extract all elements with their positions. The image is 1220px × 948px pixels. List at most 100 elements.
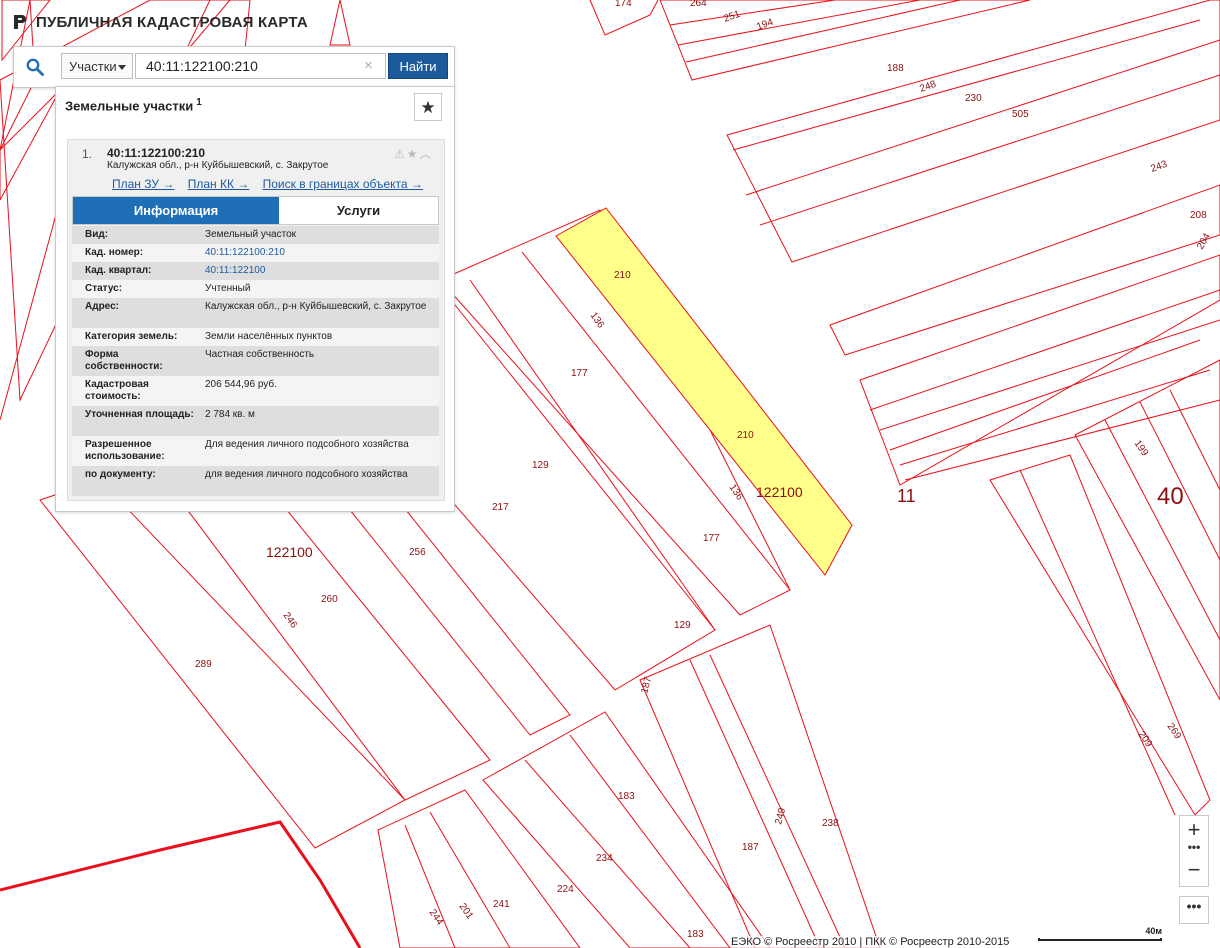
tab-information[interactable]: Информация — [73, 197, 279, 224]
map-label: 505 — [1012, 109, 1029, 120]
info-value: 2 784 кв. м — [205, 409, 255, 420]
search-icon[interactable] — [26, 58, 44, 76]
map-label: 136 — [727, 482, 746, 502]
info-key: Кадастровая стоимость: — [85, 379, 149, 402]
scale-line — [1038, 938, 1162, 941]
map-label: 194 — [755, 17, 775, 33]
pkk-logo-icon — [14, 15, 26, 29]
map-label: 122100 — [266, 544, 313, 560]
info-row: Адрес: Калужская обл., р-н Куйбышевский, … — [72, 298, 439, 328]
map-label: 217 — [492, 502, 509, 513]
result-cad-number[interactable]: 40:11:122100:210 — [107, 146, 205, 160]
map-label: 187 — [742, 842, 759, 853]
info-row: Кад. номер: 40:11:122100:210 — [72, 244, 439, 262]
cad-number-link[interactable]: 40:11:122100:210 — [205, 247, 430, 259]
map-label: 204 — [1195, 231, 1213, 251]
map-label: 234 — [596, 853, 613, 864]
zoom-in-button[interactable]: + — [1180, 818, 1208, 842]
results-panel: Земельные участки 1 ★ 1. 40:11:122100:210… — [55, 86, 455, 512]
info-key: Кад. номер: — [85, 247, 144, 258]
app-header: ПУБЛИЧНАЯ КАДАСТРОВАЯ КАРТА — [12, 8, 308, 36]
result-card: 1. 40:11:122100:210 Калужская обл., р-н … — [67, 139, 445, 501]
find-button[interactable]: Найти — [388, 53, 448, 79]
info-row: по документу: для ведения личного подсобн… — [72, 466, 439, 496]
clear-icon[interactable]: × — [364, 58, 373, 74]
zoom-control: + ••• − — [1179, 815, 1209, 887]
map-label: 188 — [887, 63, 904, 74]
info-key: Кад. квартал: — [85, 265, 152, 276]
info-key: Форма собственности: — [85, 349, 163, 372]
info-table: Вид: Земельный участок Кад. номер: 40:11:1… — [72, 226, 439, 496]
info-key: по документу: — [85, 469, 156, 480]
info-key: Категория земель: — [85, 331, 178, 342]
chevron-up-icon[interactable]: ︿ — [420, 147, 434, 161]
info-row: Уточненная площадь: 2 784 кв. м — [72, 406, 439, 436]
map-label: 11 — [897, 486, 916, 506]
map-label: 210 — [737, 430, 754, 441]
info-tabs: Информация Услуги — [72, 196, 439, 225]
map-label: 187 — [639, 675, 654, 694]
panel-title-text: Земельные участки — [65, 98, 194, 114]
map-label: 199 — [1132, 438, 1151, 458]
info-key: Разрешенное использование: — [85, 439, 165, 462]
map-label: 122100 — [756, 484, 803, 500]
map-label: 129 — [532, 460, 549, 471]
map-label: 238 — [822, 818, 839, 829]
info-value: Частная собственность — [205, 349, 315, 360]
info-value: Калужская обл., р-н Куйбышевский, с. Зак… — [205, 301, 427, 312]
plan-kk-link[interactable]: План КК → — [188, 177, 250, 191]
search-input-value: 40:11:122100:210 — [146, 58, 258, 74]
info-value: Для ведения личного подсобного хозяйства — [205, 439, 409, 450]
map-label: 243 — [1149, 159, 1169, 175]
map-label: 241 — [493, 899, 510, 910]
info-value: Учтенный — [205, 283, 251, 294]
map-label: 256 — [409, 547, 426, 558]
map-label: 230 — [965, 93, 982, 104]
warning-icon[interactable]: ⚠ — [394, 147, 407, 161]
search-input[interactable]: 40:11:122100:210 — [135, 53, 386, 79]
star-icon[interactable]: ★ — [407, 147, 420, 161]
map-label: 174 — [615, 0, 632, 9]
scale-bar: 40м — [1038, 926, 1162, 941]
map-label: 208 — [1190, 210, 1207, 221]
selected-parcel — [555, 207, 853, 576]
cad-quarter-link[interactable]: 40:11:122100 — [205, 265, 430, 277]
card-actions: ⚠★︿ — [394, 145, 434, 162]
favorites-button[interactable]: ★ — [414, 93, 442, 121]
map-label: 177 — [703, 533, 720, 544]
plan-zu-link[interactable]: План ЗУ → — [112, 177, 174, 191]
tab-services[interactable]: Услуги — [279, 197, 438, 224]
search-in-bounds-link[interactable]: Поиск в границах объекта → — [263, 177, 423, 191]
panel-title: Земельные участки 1 — [65, 97, 202, 113]
search-type-select[interactable]: Участки — [61, 53, 133, 79]
map-label: 289 — [195, 659, 212, 670]
info-row: Вид: Земельный участок — [72, 226, 439, 244]
search-type-value: Участки — [69, 59, 117, 74]
info-value: Земельный участок — [205, 229, 297, 240]
info-key: Статус: — [85, 283, 123, 294]
zoom-levels-icon[interactable]: ••• — [1180, 841, 1208, 853]
info-row: Категория земель: Земли населённых пункто… — [72, 328, 439, 346]
map-label: 264 — [690, 0, 707, 9]
search-bar: Участки 40:11:122100:210 × Найти — [13, 46, 455, 88]
result-number: 1. — [82, 147, 93, 161]
map-label: 260 — [321, 594, 338, 605]
info-row: Кад. квартал: 40:11:122100 — [72, 262, 439, 280]
info-key: Уточненная площадь: — [85, 409, 194, 420]
map-label: 201 — [457, 901, 476, 921]
chevron-down-icon — [118, 65, 126, 70]
zoom-out-button[interactable]: − — [1180, 858, 1208, 882]
info-row: Форма собственности: Частная собственност… — [72, 346, 439, 376]
map-label: 210 — [614, 270, 631, 281]
map-label: 136 — [588, 310, 607, 330]
map-label: 269 — [1165, 721, 1184, 741]
info-row: Кадастровая стоимость: 206 544,96 руб. — [72, 376, 439, 406]
map-label: 246 — [281, 610, 300, 630]
result-address: Калужская обл., р-н Куйбышевский, с. Зак… — [107, 160, 329, 171]
info-key: Адрес: — [85, 301, 119, 312]
info-row: Разрешенное использование: Для ведения ли… — [72, 436, 439, 466]
map-label: 183 — [618, 791, 635, 802]
more-button[interactable]: ••• — [1179, 896, 1209, 924]
info-row: Статус: Учтенный — [72, 280, 439, 298]
result-count: 1 — [196, 97, 202, 108]
